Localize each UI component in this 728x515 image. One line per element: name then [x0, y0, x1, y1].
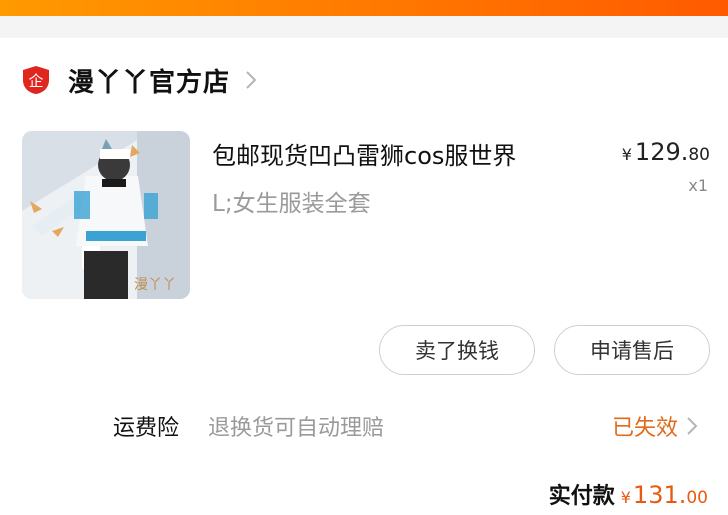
payment-symbol: ¥: [620, 488, 631, 507]
price-symbol: ¥: [621, 145, 632, 164]
payment-label: 实付款: [548, 484, 615, 509]
product-image[interactable]: 漫丫丫: [22, 131, 190, 299]
price-integer: 129.: [634, 138, 689, 166]
shipping-insurance-status[interactable]: 已失效: [612, 410, 698, 442]
payment-integer: 131.: [632, 481, 687, 509]
order-card: 企 漫丫丫官方店 漫丫丫 包邮现货凹凸雷狮cos服世界 L;女生服装全套 ¥ 1…: [0, 38, 728, 515]
product-photo: 漫丫丫: [22, 131, 190, 299]
insurance-status-text: 已失效: [612, 416, 679, 441]
svg-text:漫丫丫: 漫丫丫: [134, 277, 176, 293]
top-accent-bar: [0, 0, 728, 16]
product-variant: L;女生服装全套: [212, 191, 371, 217]
chevron-right-icon: [246, 71, 257, 89]
shipping-insurance-description: 退换货可自动理赔: [208, 416, 385, 441]
actual-payment: 实付款 ¥ 131. 00: [549, 478, 708, 510]
product-title[interactable]: 包邮现货凹凸雷狮cos服世界: [212, 136, 516, 171]
product-quantity: x1: [688, 176, 708, 195]
svg-text:企: 企: [28, 72, 43, 90]
payment-decimal: 00: [686, 488, 708, 508]
chevron-right-icon: [687, 417, 698, 435]
price-decimal: 80: [688, 145, 710, 165]
sell-for-cash-button[interactable]: 卖了换钱: [379, 325, 535, 375]
apply-after-sale-button[interactable]: 申请售后: [554, 325, 710, 375]
product-price: ¥ 129. 80: [622, 138, 710, 166]
shop-name[interactable]: 漫丫丫官方店: [68, 62, 230, 99]
shipping-insurance-label: 运费险: [113, 416, 180, 441]
enterprise-badge-icon: 企: [23, 66, 49, 94]
shop-header[interactable]: 企 漫丫丫官方店: [22, 65, 258, 98]
